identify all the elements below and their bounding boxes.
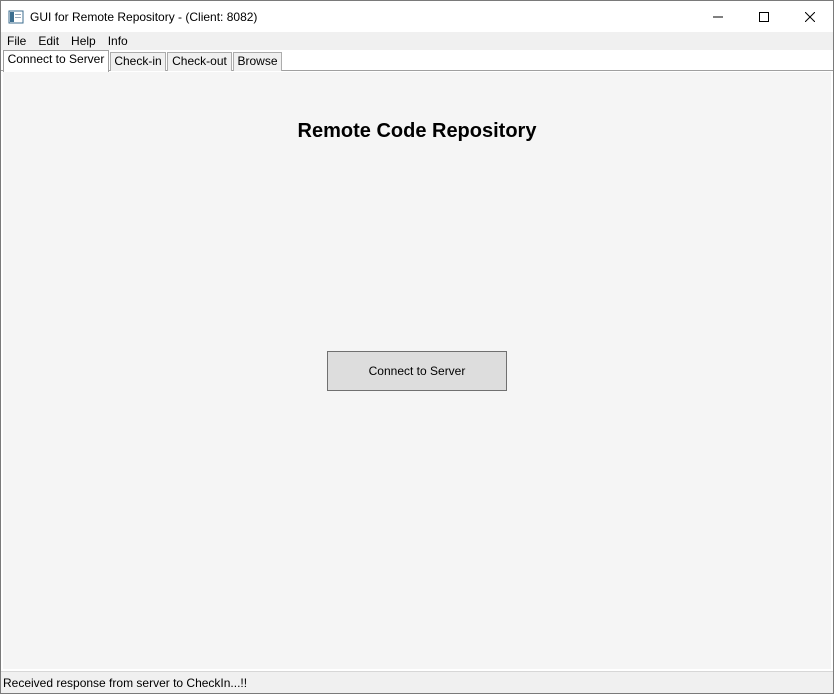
menu-file[interactable]: File	[1, 32, 32, 50]
app-icon	[8, 9, 24, 25]
window-title: GUI for Remote Repository - (Client: 808…	[30, 9, 258, 24]
status-message: Received response from server to CheckIn…	[3, 676, 248, 690]
menu-bar: File Edit Help Info	[1, 32, 833, 50]
page-title: Remote Code Repository	[297, 120, 537, 142]
maximize-button[interactable]	[741, 1, 787, 32]
tab-check-out[interactable]: Check-out	[167, 52, 232, 71]
maximize-icon	[759, 11, 769, 22]
close-button[interactable]	[787, 1, 833, 32]
tab-content-panel: Remote Code Repository Connect to Server	[3, 72, 831, 669]
tab-strip: Connect to Server Check-in Check-out Bro…	[1, 50, 833, 72]
menu-help[interactable]: Help	[65, 32, 102, 50]
tab-connect-to-server[interactable]: Connect to Server	[3, 50, 109, 72]
status-bar: Received response from server to CheckIn…	[1, 671, 833, 693]
app-window: GUI for Remote Repository - (Client: 808…	[0, 0, 834, 694]
tab-check-in[interactable]: Check-in	[110, 52, 166, 71]
minimize-icon	[713, 12, 723, 22]
connect-to-server-button[interactable]: Connect to Server	[327, 351, 507, 391]
tab-browse[interactable]: Browse	[233, 52, 282, 71]
title-bar[interactable]: GUI for Remote Repository - (Client: 808…	[1, 1, 833, 32]
minimize-button[interactable]	[695, 1, 741, 32]
menu-edit[interactable]: Edit	[32, 32, 65, 50]
close-icon	[805, 11, 815, 22]
window-controls	[695, 1, 833, 32]
menu-info[interactable]: Info	[102, 32, 134, 50]
